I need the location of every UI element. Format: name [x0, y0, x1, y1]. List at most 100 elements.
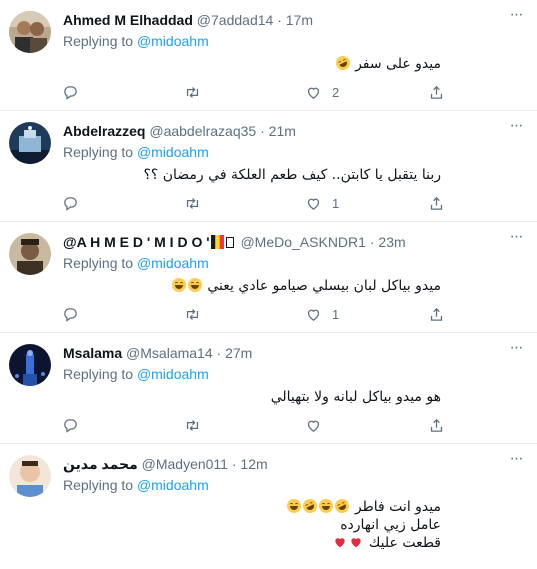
tweet-header: @A H M E D ' M I D O ' @MeDo_ASKNDR1 · 2… — [63, 232, 406, 252]
retweet-icon — [186, 308, 199, 320]
more-options-icon[interactable]: ··· — [507, 229, 525, 248]
tweet-header: محمد مدين @Madyen011 · 12m — [63, 454, 268, 474]
like-button[interactable]: 2 — [305, 82, 339, 102]
heart-icon — [307, 309, 320, 321]
replying-to: Replying to @midoahm — [63, 366, 209, 382]
user-handle[interactable]: @7addad14 — [197, 12, 274, 28]
share-icon — [430, 418, 443, 432]
replying-to-label: Replying to — [63, 477, 134, 493]
user-handle[interactable]: @Msalama14 — [126, 345, 213, 361]
like-button[interactable]: 1 — [305, 304, 339, 324]
replying-to: Replying to @midoahm — [63, 144, 209, 160]
red-heart-icon — [349, 535, 363, 549]
like-count: 1 — [332, 306, 340, 322]
display-name[interactable]: Abdelrazzeq — [63, 123, 145, 139]
red-heart-icon — [333, 535, 347, 549]
replying-to-label: Replying to — [63, 255, 134, 271]
separator-dot: · — [216, 345, 222, 361]
mention-link[interactable]: @midoahm — [137, 33, 209, 49]
avatar[interactable] — [9, 344, 51, 386]
like-count: 2 — [332, 84, 340, 100]
avatar[interactable] — [9, 455, 51, 497]
retweet-icon — [186, 197, 199, 209]
more-options-icon[interactable]: ··· — [507, 451, 525, 470]
reply-button[interactable] — [62, 193, 89, 213]
retweet-icon — [186, 86, 199, 98]
reply-tweet[interactable]: Msalama @Msalama14 · 27m ··· Replying to… — [0, 333, 537, 444]
tweet-text-content: ميدو على سفر — [355, 56, 441, 72]
tweet-header: Abdelrazzeq @aabdelrazaq35 · 21m — [63, 121, 296, 141]
more-options-icon[interactable]: ··· — [507, 340, 525, 359]
tweet-text-line: ميدو بياكل لبان بيسلي صيامو عادي يعني — [171, 277, 441, 295]
avatar[interactable] — [9, 11, 51, 53]
tweet-text-line: قطعت عليك — [286, 534, 441, 552]
heart-icon — [307, 420, 320, 432]
retweet-button[interactable] — [184, 415, 211, 435]
display-name[interactable]: @A H M E D ' M I D O ' — [63, 234, 210, 250]
like-button[interactable] — [305, 415, 332, 435]
retweet-button[interactable] — [184, 304, 211, 324]
timestamp[interactable]: 23m — [378, 234, 405, 250]
reply-icon — [64, 307, 77, 322]
share-button[interactable] — [428, 193, 445, 213]
avatar[interactable] — [9, 122, 51, 164]
reply-tweet[interactable]: Abdelrazzeq @aabdelrazaq35 · 21m ··· Rep… — [0, 111, 537, 222]
share-button[interactable] — [428, 415, 445, 435]
reply-tweet[interactable]: Ahmed M Elhaddad @7addad14 · 17m ··· Rep… — [0, 0, 537, 111]
display-name[interactable]: محمد مدين — [63, 456, 138, 472]
mention-link[interactable]: @midoahm — [137, 366, 209, 382]
tweet-text: ميدو بياكل لبان بيسلي صيامو عادي يعني — [171, 277, 441, 295]
tweet-text-line: ميدو على سفر — [333, 53, 441, 73]
timestamp[interactable]: 21m — [269, 123, 296, 139]
timestamp[interactable]: 17m — [286, 12, 313, 28]
separator-dot: · — [369, 234, 375, 250]
reply-button[interactable] — [62, 304, 89, 324]
heart-icon — [307, 87, 320, 99]
retweet-button[interactable] — [184, 193, 211, 213]
mention-link[interactable]: @midoahm — [137, 255, 209, 271]
reply-button[interactable] — [62, 82, 89, 102]
tweet-header: Msalama @Msalama14 · 27m — [63, 343, 252, 363]
action-bar: 1 — [62, 193, 452, 213]
tweet-text-content: ميدو انت فاطر — [354, 499, 441, 515]
more-options-icon[interactable]: ··· — [507, 118, 525, 137]
avatar[interactable] — [9, 233, 51, 275]
timestamp[interactable]: 12m — [240, 456, 267, 472]
replying-to-label: Replying to — [63, 33, 134, 49]
share-icon — [430, 307, 443, 321]
like-button[interactable]: 1 — [305, 193, 339, 213]
action-bar: 2 — [62, 82, 452, 102]
reply-icon — [64, 418, 77, 433]
tweet-text: ميدو على سفر — [333, 53, 441, 73]
separator-dot: · — [277, 12, 282, 28]
share-button[interactable] — [428, 82, 445, 102]
rofl-emoji-icon — [301, 496, 320, 516]
retweet-button[interactable] — [184, 82, 211, 102]
reply-tweet[interactable]: محمد مدين @Madyen011 · 12m ··· Replying … — [0, 444, 537, 569]
separator-dot: · — [260, 123, 265, 139]
display-name[interactable]: Msalama — [63, 345, 122, 361]
reply-button[interactable] — [62, 415, 89, 435]
user-handle[interactable]: @Madyen011 — [142, 456, 228, 472]
replying-to: Replying to @midoahm — [63, 33, 209, 49]
replying-to: Replying to @midoahm — [63, 477, 209, 493]
like-count: 1 — [332, 195, 340, 211]
action-bar — [62, 415, 452, 435]
share-icon — [430, 85, 443, 99]
tweet-text-line: ميدو انت فاطر — [286, 496, 441, 516]
replying-to-label: Replying to — [63, 366, 134, 382]
user-handle[interactable]: @aabdelrazaq35 — [149, 123, 256, 139]
mention-link[interactable]: @midoahm — [137, 144, 209, 160]
display-name[interactable]: Ahmed M Elhaddad — [63, 12, 193, 28]
belgium-flag-icon — [210, 235, 224, 249]
tweet-text-line: هو ميدو بياكل لبانه ولا بتهيالي — [270, 389, 441, 405]
mention-link[interactable]: @midoahm — [137, 477, 209, 493]
user-handle[interactable]: @MeDo_ASKNDR1 — [240, 234, 365, 250]
more-options-icon[interactable]: ··· — [507, 7, 525, 26]
retweet-icon — [186, 419, 199, 431]
action-bar: 1 — [62, 304, 452, 324]
reply-tweet[interactable]: @A H M E D ' M I D O ' @MeDo_ASKNDR1 · 2… — [0, 222, 537, 333]
replying-to-label: Replying to — [63, 144, 134, 160]
share-button[interactable] — [428, 304, 445, 324]
timestamp[interactable]: 27m — [225, 345, 252, 361]
